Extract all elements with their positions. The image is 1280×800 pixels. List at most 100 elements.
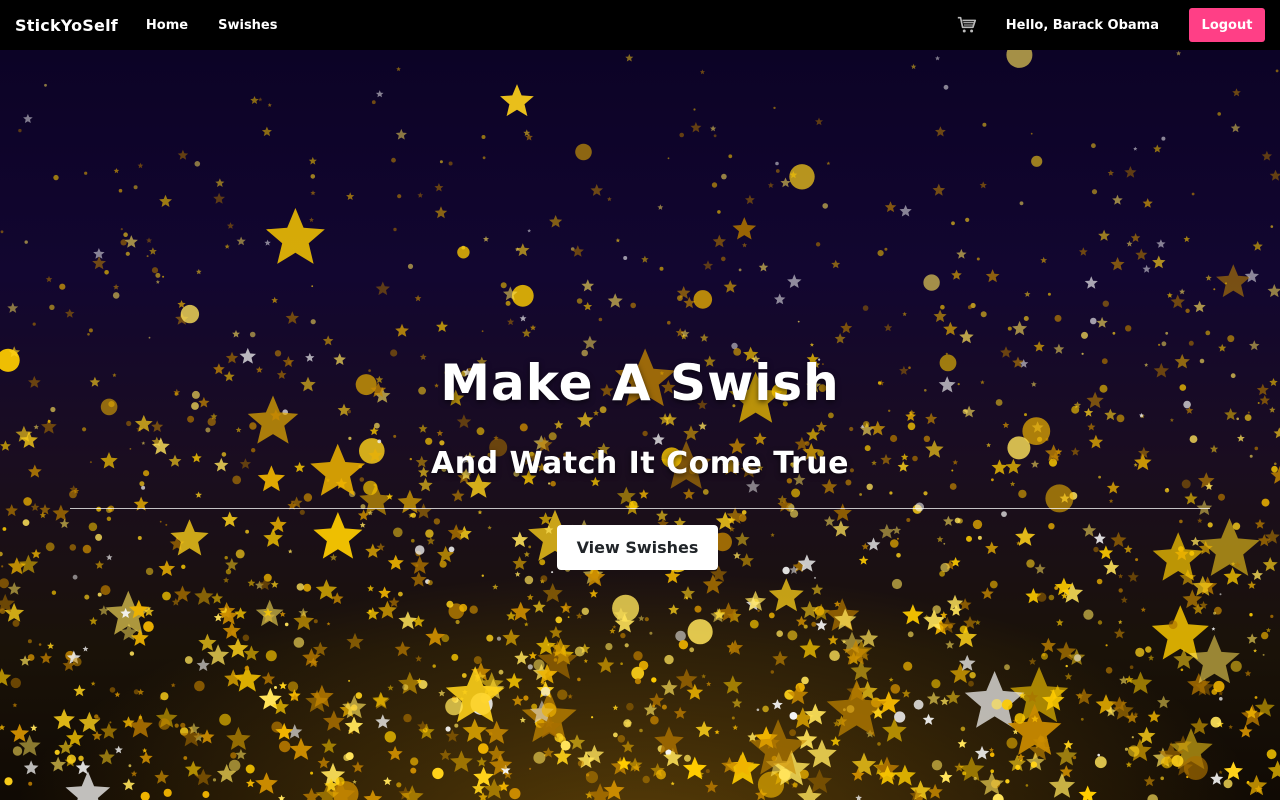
star-decoration xyxy=(1125,325,1132,332)
star-decoration xyxy=(768,578,804,612)
star-decoration xyxy=(177,149,189,160)
star-decoration xyxy=(702,260,714,270)
star-decoration xyxy=(1267,284,1280,298)
star-decoration xyxy=(1133,146,1138,151)
star-decoration xyxy=(329,553,338,561)
star-decoration xyxy=(432,767,444,780)
star-decoration xyxy=(439,160,443,164)
star-decoration xyxy=(481,574,484,577)
star-decoration xyxy=(69,490,77,499)
star-decoration xyxy=(727,639,744,655)
star-decoration xyxy=(889,491,893,495)
star-decoration xyxy=(89,616,98,625)
star-decoration xyxy=(974,619,981,625)
star-decoration xyxy=(1078,247,1088,256)
star-decoration xyxy=(394,641,411,657)
logout-button[interactable]: Logout xyxy=(1189,8,1265,42)
star-decoration xyxy=(285,311,299,324)
star-decoration xyxy=(695,720,713,738)
star-decoration xyxy=(45,542,55,552)
star-decoration xyxy=(590,184,603,196)
star-decoration xyxy=(434,183,444,192)
star-decoration xyxy=(992,793,1004,800)
star-decoration xyxy=(1188,340,1194,346)
star-decoration xyxy=(346,192,355,200)
star-decoration xyxy=(219,713,232,726)
star-decoration xyxy=(620,662,623,665)
star-decoration xyxy=(92,256,106,270)
star-decoration xyxy=(1254,696,1258,699)
star-decoration xyxy=(100,722,118,739)
star-decoration xyxy=(932,605,941,614)
star-decoration xyxy=(436,429,444,437)
nav-link-home[interactable]: Home xyxy=(146,18,188,33)
star-decoration xyxy=(1190,717,1209,735)
star-decoration xyxy=(198,633,217,651)
star-decoration xyxy=(787,630,798,641)
star-decoration xyxy=(542,583,563,603)
star-decoration xyxy=(293,637,305,648)
star-decoration xyxy=(432,664,436,668)
star-decoration xyxy=(212,778,217,782)
star-decoration xyxy=(899,204,912,217)
star-decoration xyxy=(710,125,717,132)
star-decoration xyxy=(1028,657,1037,665)
star-decoration xyxy=(731,697,743,708)
star-decoration xyxy=(549,625,563,639)
shopping-cart-icon[interactable] xyxy=(956,14,978,36)
star-decoration xyxy=(965,217,970,222)
star-decoration xyxy=(633,651,643,661)
star-decoration xyxy=(7,302,19,313)
star-decoration xyxy=(581,279,595,292)
star-decoration xyxy=(939,570,945,577)
view-swishes-button[interactable]: View Swishes xyxy=(557,525,718,570)
star-decoration xyxy=(693,290,713,309)
star-decoration xyxy=(954,517,961,524)
star-decoration xyxy=(439,440,445,446)
star-decoration xyxy=(1096,578,1103,585)
brand-logo-link[interactable]: StickYoSelf xyxy=(15,16,118,35)
star-decoration xyxy=(523,695,529,701)
star-decoration xyxy=(267,103,272,107)
star-decoration xyxy=(524,575,534,585)
star-decoration xyxy=(528,651,537,660)
star-decoration xyxy=(279,740,291,753)
star-decoration xyxy=(148,336,151,339)
star-decoration xyxy=(140,791,150,800)
star-decoration xyxy=(27,639,32,644)
star-decoration xyxy=(943,515,954,526)
star-decoration xyxy=(973,777,977,781)
star-decoration xyxy=(533,751,546,764)
star-decoration xyxy=(1275,69,1279,73)
star-decoration xyxy=(303,583,312,592)
star-decoration xyxy=(661,704,667,710)
star-decoration xyxy=(174,723,179,728)
star-decoration xyxy=(612,704,619,711)
star-decoration xyxy=(44,83,47,87)
star-decoration xyxy=(224,669,243,687)
star-decoration xyxy=(10,677,21,689)
star-decoration xyxy=(72,574,78,580)
star-decoration xyxy=(1210,716,1222,728)
star-decoration xyxy=(387,684,394,691)
star-decoration xyxy=(625,53,634,62)
star-decoration xyxy=(0,668,12,686)
star-decoration xyxy=(555,616,563,624)
star-decoration xyxy=(375,281,390,296)
star-decoration xyxy=(778,768,791,781)
star-decoration xyxy=(979,181,987,189)
star-decoration xyxy=(931,679,941,689)
star-decoration xyxy=(1145,646,1152,653)
star-decoration xyxy=(0,551,3,557)
star-decoration xyxy=(1112,194,1123,205)
star-decoration xyxy=(789,729,796,737)
star-decoration xyxy=(1261,498,1270,507)
star-decoration xyxy=(500,282,507,289)
star-decoration xyxy=(849,426,854,432)
star-decoration xyxy=(1,565,4,568)
star-decoration xyxy=(768,612,775,619)
star-decoration xyxy=(644,617,649,622)
star-decoration xyxy=(623,256,628,260)
star-decoration xyxy=(391,157,396,163)
nav-link-swishes[interactable]: Swishes xyxy=(218,18,277,33)
